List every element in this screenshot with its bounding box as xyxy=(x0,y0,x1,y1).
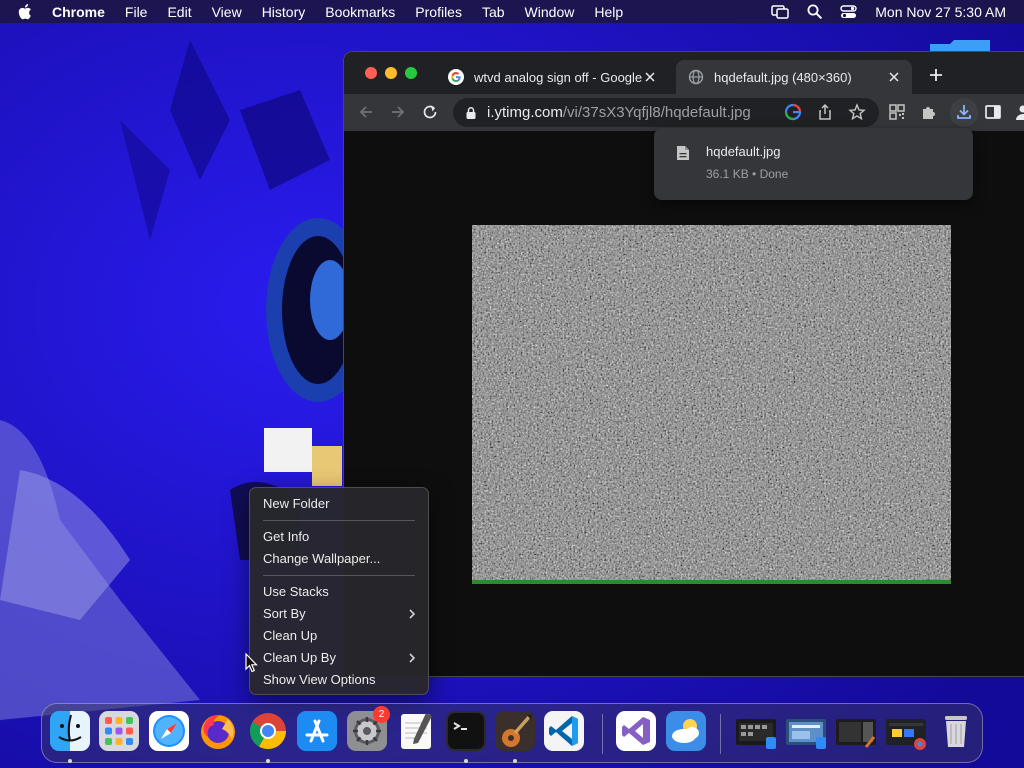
screen-mirroring-icon[interactable] xyxy=(771,4,789,19)
menu-separator xyxy=(263,575,415,576)
menu-help[interactable]: Help xyxy=(594,4,623,20)
url-path: /vi/37sX3Yqfjl8/hqdefault.jpg xyxy=(562,104,751,121)
tab-title: hqdefault.jpg (480×360) xyxy=(714,69,852,85)
file-icon xyxy=(677,146,689,160)
window-minimize-button[interactable] xyxy=(385,67,397,79)
menu-item-new-folder[interactable]: New Folder xyxy=(250,493,428,515)
submenu-chevron-icon xyxy=(409,609,416,619)
safari-icon[interactable] xyxy=(149,711,189,751)
static-noise-image[interactable] xyxy=(472,225,951,584)
google-lens-icon[interactable] xyxy=(784,103,802,121)
url-host: i.ytimg.com xyxy=(487,104,563,121)
share-icon[interactable] xyxy=(816,103,834,121)
menu-item-clean-up[interactable]: Clean Up xyxy=(250,625,428,647)
chrome-icon[interactable] xyxy=(248,711,288,751)
lock-icon[interactable] xyxy=(464,106,478,120)
tab-hqdefault-image[interactable]: hqdefault.jpg (480×360) xyxy=(676,60,912,94)
window-zoom-button[interactable] xyxy=(405,67,417,79)
finder-icon[interactable] xyxy=(50,711,90,751)
download-icon xyxy=(957,105,971,119)
new-tab-plus-icon[interactable] xyxy=(928,67,944,83)
control-center-icon[interactable] xyxy=(840,4,857,19)
mouse-pointer-icon xyxy=(245,653,258,673)
menu-view[interactable]: View xyxy=(212,4,242,20)
dock-separator xyxy=(720,714,721,754)
menu-item-show-view-options[interactable]: Show View Options xyxy=(250,669,428,691)
terminal-icon[interactable] xyxy=(446,711,486,751)
submenu-chevron-icon xyxy=(409,653,416,663)
menu-app-chrome[interactable]: Chrome xyxy=(52,4,105,20)
menu-file[interactable]: File xyxy=(125,4,148,20)
launchpad-icon[interactable] xyxy=(99,711,139,751)
browser-toolbar: i.ytimg.com/vi/37sX3Yqfjl8/hqdefault.jpg xyxy=(344,94,1024,131)
dock-separator xyxy=(602,714,603,754)
download-filename[interactable]: hqdefault.jpg xyxy=(706,144,780,159)
forward-arrow-icon[interactable] xyxy=(389,103,407,121)
extensions-puzzle-icon[interactable] xyxy=(920,103,938,121)
trash-icon[interactable] xyxy=(936,711,976,751)
menu-bookmarks[interactable]: Bookmarks xyxy=(325,4,395,20)
qr-code-extension-icon[interactable] xyxy=(888,103,906,121)
running-indicator xyxy=(266,759,270,763)
menu-item-change-wallpaper[interactable]: Change Wallpaper... xyxy=(250,548,428,570)
tab-title: wtvd analog sign off - Google S xyxy=(474,69,642,85)
vscode-icon[interactable] xyxy=(544,711,584,751)
window-close-button[interactable] xyxy=(365,67,377,79)
menu-bar: Chrome File Edit View History Bookmarks … xyxy=(0,0,1024,23)
menu-separator xyxy=(263,520,415,521)
notification-badge: 2 xyxy=(373,706,390,723)
spotlight-search-icon[interactable] xyxy=(807,4,823,19)
minimized-window-thumbnail-2[interactable] xyxy=(786,711,826,751)
menubar-status-area: Mon Nov 27 5:30 AM xyxy=(771,0,1006,23)
back-arrow-icon[interactable] xyxy=(357,103,375,121)
minimized-window-thumbnail-3[interactable] xyxy=(836,711,876,751)
visual-studio-icon[interactable] xyxy=(616,711,656,751)
menu-item-get-info[interactable]: Get Info xyxy=(250,526,428,548)
menu-window[interactable]: Window xyxy=(525,4,575,20)
garageband-icon[interactable] xyxy=(495,711,535,751)
menu-item-label: Clean Up By xyxy=(263,650,336,665)
reload-icon[interactable] xyxy=(421,103,439,121)
running-indicator xyxy=(464,759,468,763)
apple-menu-icon[interactable] xyxy=(18,3,36,20)
minimized-window-thumbnail-1[interactable] xyxy=(736,711,776,751)
menu-item-clean-up-by[interactable]: Clean Up By xyxy=(250,647,428,669)
tab-close-icon[interactable] xyxy=(642,69,658,85)
google-g-icon xyxy=(448,69,464,85)
menu-history[interactable]: History xyxy=(262,4,306,20)
menubar-clock[interactable]: Mon Nov 27 5:30 AM xyxy=(875,4,1006,20)
menu-item-label: Sort By xyxy=(263,606,306,621)
tab-strip: wtvd analog sign off - Google S hqdefaul… xyxy=(344,52,1024,94)
running-indicator xyxy=(68,759,72,763)
weather-icon[interactable] xyxy=(666,711,706,751)
profile-avatar-icon[interactable] xyxy=(1014,103,1024,121)
desktop-context-menu: New Folder Get Info Change Wallpaper... … xyxy=(249,487,429,695)
bookmark-star-icon[interactable] xyxy=(848,103,866,121)
menu-edit[interactable]: Edit xyxy=(167,4,191,20)
minimized-window-thumbnail-4[interactable] xyxy=(886,711,926,751)
menu-profiles[interactable]: Profiles xyxy=(415,4,462,20)
menu-item-use-stacks[interactable]: Use Stacks xyxy=(250,581,428,603)
textedit-icon[interactable] xyxy=(396,711,436,751)
downloads-bubble[interactable]: hqdefault.jpg 36.1 KB • Done xyxy=(654,128,973,200)
menu-tab[interactable]: Tab xyxy=(482,4,505,20)
tab-wtvd-search[interactable]: wtvd analog sign off - Google S xyxy=(436,60,668,94)
download-button[interactable] xyxy=(950,98,978,127)
app-store-icon[interactable] xyxy=(297,711,337,751)
globe-icon xyxy=(688,69,704,85)
dock xyxy=(41,703,983,763)
download-status: 36.1 KB • Done xyxy=(706,167,789,181)
tab-close-icon[interactable] xyxy=(886,69,902,85)
side-panel-icon[interactable] xyxy=(984,103,1002,121)
firefox-icon[interactable] xyxy=(198,711,238,751)
running-indicator xyxy=(513,759,517,763)
page-viewport[interactable] xyxy=(344,131,1024,676)
menu-item-sort-by[interactable]: Sort By xyxy=(250,603,428,625)
